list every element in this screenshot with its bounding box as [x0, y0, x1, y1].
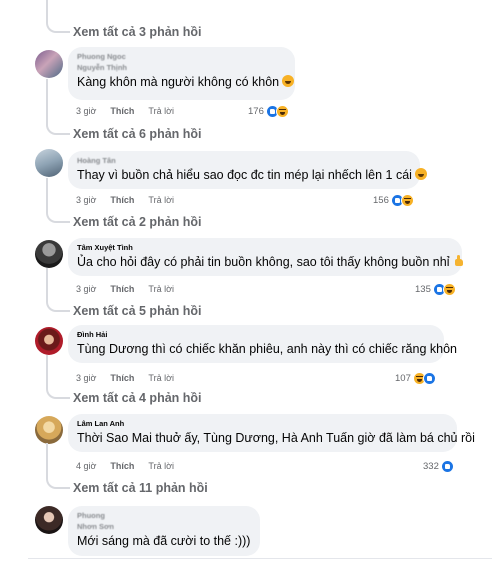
- haha-icon: [400, 194, 414, 207]
- comment-bubble: Phuong Nhơn Sơn Mới sáng mà đã cười to t…: [68, 506, 260, 556]
- laughing-emoji-icon: [282, 75, 295, 87]
- comment-author-secondary[interactable]: Nhơn Sơn: [77, 522, 250, 531]
- view-replies-link[interactable]: Xem tất cả 5 phản hồi: [73, 304, 202, 318]
- reaction-count: 156: [373, 195, 389, 206]
- reply-button[interactable]: Trả lời: [148, 106, 174, 116]
- comment-bubble: Lâm Lan Anh Thời Sao Mai thuở ấy, Tùng D…: [68, 414, 475, 452]
- divider: [28, 558, 492, 559]
- comment-author[interactable]: Phuong: [77, 511, 250, 520]
- haha-icon: [442, 283, 456, 296]
- comment-text: Ủa cho hỏi đây có phải tin buồn không, s…: [77, 254, 463, 271]
- like-button[interactable]: Thích: [110, 461, 134, 471]
- comment-bubble: Hoàng Tân Thay vì buồn chả hiểu sao đọc …: [68, 151, 427, 189]
- comment-text: Thời Sao Mai thuở ấy, Tùng Dương, Hà Anh…: [77, 431, 475, 445]
- reply-thread-line: [46, 443, 70, 489]
- comment-time[interactable]: 3 giờ: [76, 195, 96, 205]
- comment-author[interactable]: Lâm Lan Anh: [77, 419, 447, 428]
- reply-button[interactable]: Trả lời: [148, 373, 174, 383]
- comment-author[interactable]: Tâm Xuyệt Tình: [77, 243, 452, 252]
- comment-actions: 3 giờ Thích Trả lời: [76, 106, 188, 116]
- reply-thread-line: [46, 355, 70, 399]
- like-button[interactable]: Thích: [110, 106, 134, 116]
- view-replies-link[interactable]: Xem tất cả 2 phản hồi: [73, 215, 202, 229]
- reaction-summary[interactable]: 107: [395, 372, 436, 385]
- reaction-summary[interactable]: 332: [423, 460, 454, 473]
- comment-author-secondary[interactable]: Nguyễn Thịnh: [77, 63, 285, 72]
- like-icon: [440, 460, 454, 473]
- avatar[interactable]: [35, 327, 63, 355]
- avatar[interactable]: [35, 506, 63, 534]
- avatar[interactable]: [35, 149, 63, 177]
- reaction-count: 107: [395, 373, 411, 384]
- view-replies-link[interactable]: Xem tất cả 11 phản hồi: [73, 481, 208, 495]
- comment-author[interactable]: Phuong Ngoc: [77, 52, 285, 61]
- reaction-summary[interactable]: 156: [373, 194, 414, 207]
- reply-thread-line: [46, 0, 70, 33]
- comment-time[interactable]: 4 giờ: [76, 461, 96, 471]
- view-replies-link[interactable]: Xem tất cả 3 phản hồi: [73, 25, 202, 39]
- thumbs-up-emoji-icon: [453, 255, 465, 267]
- comment-time[interactable]: 3 giờ: [76, 106, 96, 116]
- comment-actions: 3 giờ Thích Trả lời: [76, 373, 188, 383]
- comment-text: Kàng khôn mà người không có khôn: [77, 74, 295, 91]
- reply-thread-line: [46, 79, 70, 135]
- reply-button[interactable]: Trả lời: [148, 284, 174, 294]
- laughing-emoji-icon: [414, 168, 427, 180]
- comment-bubble: Phuong Ngoc Nguyễn Thịnh Kàng khôn mà ng…: [68, 47, 295, 100]
- comment-text: Tùng Dương thì có chiếc khăn phiêu, anh …: [77, 342, 457, 356]
- like-button[interactable]: Thích: [110, 373, 134, 383]
- haha-icon: [275, 105, 289, 118]
- avatar[interactable]: [35, 416, 63, 444]
- reaction-count: 135: [415, 284, 431, 295]
- reply-button[interactable]: Trả lời: [148, 195, 174, 205]
- reaction-count: 176: [248, 106, 264, 117]
- like-button[interactable]: Thích: [110, 195, 134, 205]
- reply-thread-line: [46, 178, 70, 223]
- comment-bubble: Tâm Xuyệt Tình Ủa cho hỏi đây có phải ti…: [68, 238, 463, 276]
- like-button[interactable]: Thích: [110, 284, 134, 294]
- comment-actions: 3 giờ Thích Trả lời: [76, 195, 188, 205]
- view-replies-link[interactable]: Xem tất cả 4 phản hồi: [73, 391, 202, 405]
- reply-button[interactable]: Trả lời: [148, 461, 174, 471]
- reply-thread-line: [46, 268, 70, 312]
- comment-time[interactable]: 3 giờ: [76, 373, 96, 383]
- comment-actions: 3 giờ Thích Trả lời: [76, 284, 188, 294]
- comment-time[interactable]: 3 giờ: [76, 284, 96, 294]
- comment-author[interactable]: Hoàng Tân: [77, 156, 410, 165]
- reaction-summary[interactable]: 135: [415, 283, 456, 296]
- reaction-summary[interactable]: 176: [248, 105, 289, 118]
- avatar[interactable]: [35, 240, 63, 268]
- comment-author[interactable]: Đình Hải: [77, 330, 434, 339]
- comment-text: Thay vì buồn chả hiểu sao đọc đc tin mép…: [77, 167, 427, 184]
- like-icon: [422, 372, 436, 385]
- comment-actions: 4 giờ Thích Trả lời: [76, 461, 188, 471]
- reaction-count: 332: [423, 461, 439, 472]
- comment-bubble: Đình Hải Tùng Dương thì có chiếc khăn ph…: [68, 325, 457, 363]
- view-replies-link[interactable]: Xem tất cả 6 phản hồi: [73, 127, 202, 141]
- comment-text: Mới sáng mà đã cười to thế :))): [77, 534, 251, 548]
- avatar[interactable]: [35, 50, 63, 78]
